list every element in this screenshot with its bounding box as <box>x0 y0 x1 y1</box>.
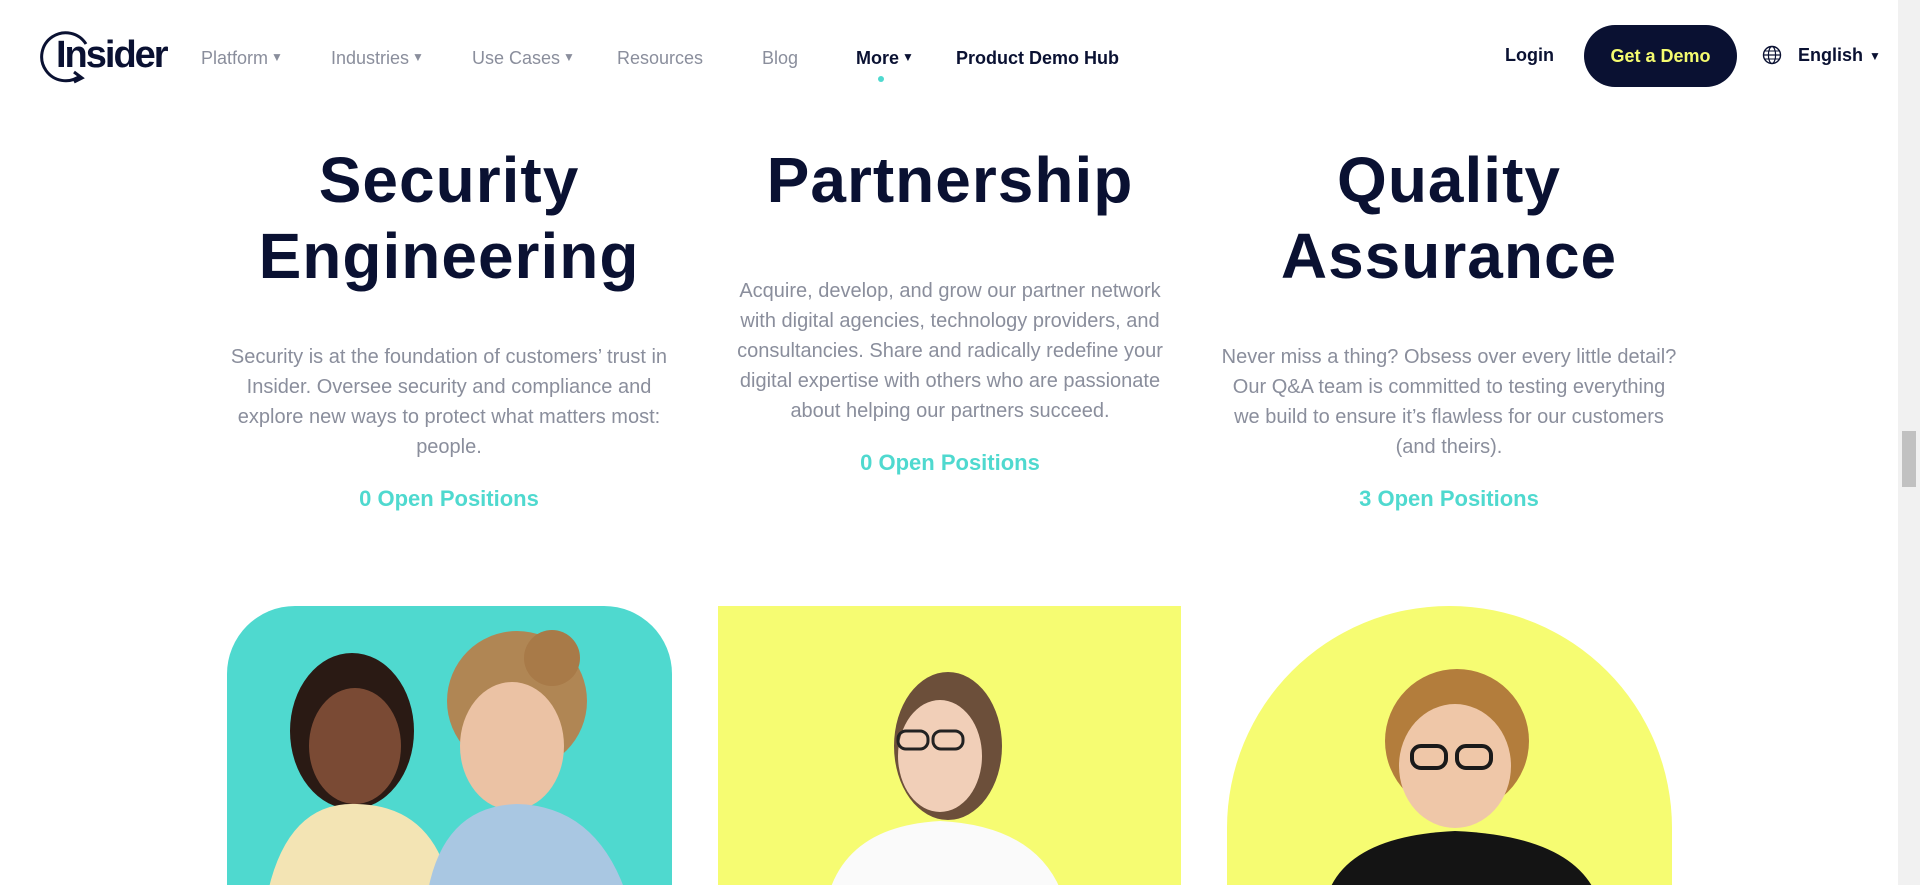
globe-icon[interactable] <box>1762 45 1782 65</box>
team-photo-security <box>227 606 672 885</box>
nav-use-cases[interactable]: Use Cases ▼ <box>472 46 575 70</box>
team-card-security-engineering: Security Engineering Security is at the … <box>219 142 679 512</box>
team-description: Never miss a thing? Obsess over every li… <box>1221 346 1677 458</box>
caret-down-icon: ▼ <box>271 50 283 64</box>
team-description: Acquire, develop, and grow our partner n… <box>737 280 1163 422</box>
open-positions-link[interactable]: 0 Open Positions <box>860 450 1040 476</box>
team-title-line: Partnership <box>766 144 1134 216</box>
caret-down-icon: ▼ <box>902 50 914 64</box>
nav-use-cases-label: Use Cases <box>472 47 561 68</box>
nav-resources[interactable]: Resources <box>617 46 703 70</box>
nav-industries-label: Industries <box>331 47 410 68</box>
team-description: Security is at the foundation of custome… <box>230 346 668 458</box>
nav-industries[interactable]: Industries ▼ <box>331 46 424 70</box>
team-card-partnership: Partnership Acquire, develop, and grow o… <box>720 142 1180 476</box>
scrollbar-thumb[interactable] <box>1902 431 1916 487</box>
team-title-line: Engineering <box>258 220 640 292</box>
team-title: Security Engineering <box>219 142 679 294</box>
caret-down-icon: ▼ <box>563 50 575 64</box>
team-card-quality-assurance: Quality Assurance Never miss a thing? Ob… <box>1219 142 1679 512</box>
caret-down-icon: ▼ <box>412 50 424 64</box>
page-scrollbar[interactable] <box>1898 0 1920 885</box>
smiling-woman-illustration <box>1331 669 1592 885</box>
woman-glasses-illustration <box>831 672 1059 885</box>
team-title: Quality Assurance <box>1219 142 1679 294</box>
team-photo-partnership <box>718 606 1181 885</box>
login-link[interactable]: Login <box>1505 45 1554 66</box>
insider-logo[interactable]: Insider <box>40 26 169 86</box>
nav-platform-label: Platform <box>201 47 269 68</box>
nav-platform[interactable]: Platform ▼ <box>201 46 283 70</box>
logo-text: Insider <box>56 34 169 76</box>
caret-down-icon: ▼ <box>1869 48 1881 63</box>
open-positions-link[interactable]: 0 Open Positions <box>359 486 539 512</box>
nav-resources-label: Resources <box>617 47 704 68</box>
nav-product-demo-hub[interactable]: Product Demo Hub <box>956 46 1119 70</box>
two-women-illustration <box>269 630 623 885</box>
team-title-line: Quality <box>1337 144 1561 216</box>
nav-product-demo-hub-label: Product Demo Hub <box>956 47 1120 68</box>
nav-more[interactable]: More ▼ <box>856 46 914 82</box>
nav-blog-label: Blog <box>762 47 799 68</box>
site-header: Insider Platform ▼ Industries ▼ Use Case… <box>0 0 1898 114</box>
nav-more-label: More <box>856 47 900 68</box>
language-label: English <box>1798 45 1864 65</box>
open-positions-link[interactable]: 3 Open Positions <box>1359 486 1539 512</box>
language-selector[interactable]: English ▼ <box>1798 45 1881 66</box>
active-indicator-dot <box>878 76 884 82</box>
get-a-demo-button[interactable]: Get a Demo <box>1584 25 1737 87</box>
nav-blog[interactable]: Blog <box>762 46 798 70</box>
team-photo-quality <box>1227 606 1672 885</box>
team-title-line: Assurance <box>1280 220 1618 292</box>
team-title: Partnership <box>720 142 1180 218</box>
team-title-line: Security <box>318 144 580 216</box>
